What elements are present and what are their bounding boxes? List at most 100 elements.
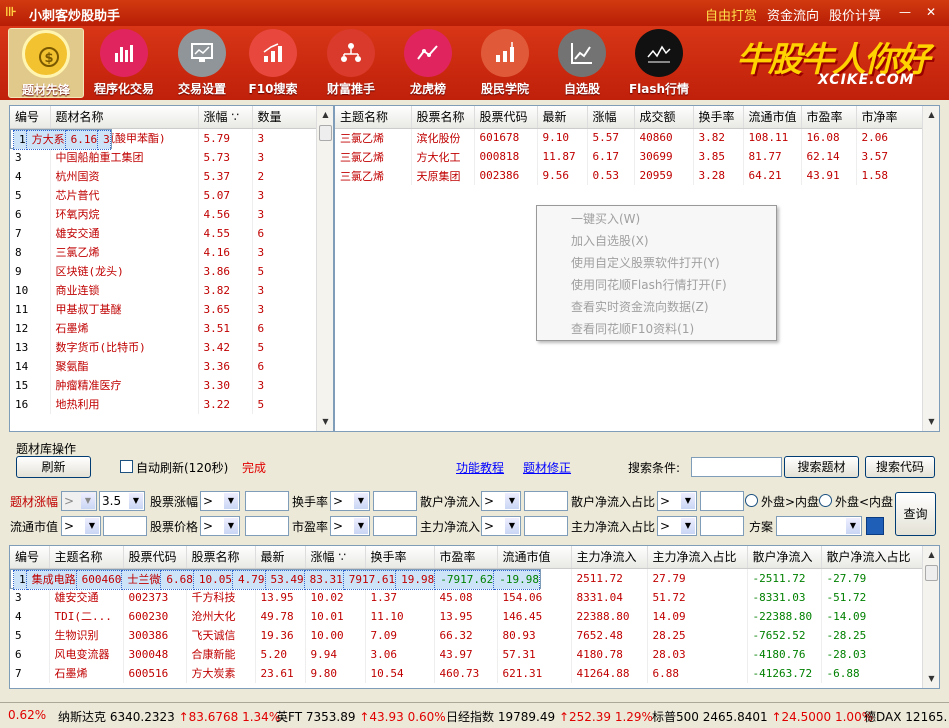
filter-retail-in-input[interactable] <box>524 491 568 511</box>
col-header[interactable]: 市盈率 <box>801 106 857 129</box>
col-header[interactable]: 股票名称 <box>411 106 475 129</box>
result-row[interactable]: 5 生物识别 300386 飞天诚信 19.36 10.00 7.09 66.32 80.93 7… <box>10 625 924 645</box>
col-header[interactable]: 主力净流入 <box>571 546 648 569</box>
filter-turnover-input[interactable] <box>373 491 417 511</box>
col-header[interactable]: 涨幅 ∵ <box>305 546 366 569</box>
menu-item-open-custom[interactable]: 使用自定义股票软件打开(Y) <box>537 252 776 274</box>
col-header[interactable]: 市净率 <box>856 106 924 129</box>
col-header[interactable]: 涨幅 <box>587 106 635 129</box>
topic-row[interactable]: 15 肿瘤精准医疗 3.30 3 <box>10 375 318 395</box>
col-header[interactable]: 股票名称 <box>186 546 256 569</box>
toolbar-investor-academy[interactable]: 股民学院 <box>467 28 543 98</box>
topic-row[interactable]: 14 聚氨酯 3.36 6 <box>10 356 318 376</box>
topic-scrollbar[interactable]: ▲ ▼ <box>316 106 333 431</box>
col-header[interactable]: 换手率 <box>693 106 744 129</box>
filter-stock-rise-input[interactable] <box>245 491 289 511</box>
toolbar-topic-pioneer[interactable]: $ 题材先锋 <box>8 28 84 98</box>
col-header[interactable]: 编号 <box>10 546 50 569</box>
col-header[interactable]: 编号 <box>10 106 51 129</box>
col-header[interactable]: 主题名称 <box>49 546 124 569</box>
col-header[interactable]: 换手率 <box>365 546 435 569</box>
auto-refresh-checkbox[interactable] <box>120 460 133 473</box>
toolbar-flash-quotes[interactable]: Flash行情 <box>621 28 697 98</box>
search-code-button[interactable]: 搜索代码 <box>865 456 935 478</box>
filter-main-ratio-op[interactable]: > ▼ <box>657 516 697 536</box>
filter-main-ratio-input[interactable] <box>700 516 744 536</box>
filter-main-in-op[interactable]: > ▼ <box>481 516 521 536</box>
minimize-icon[interactable]: — <box>896 3 914 21</box>
topic-row[interactable]: 5 芯片普代 5.07 3 <box>10 185 318 205</box>
result-row[interactable]: 1 集成电路 600460 士兰微 6.68 10.05 4.79 53.49 83.31 791… <box>10 568 541 590</box>
topic-row[interactable]: 4 杭州国资 5.37 2 <box>10 166 318 186</box>
plan-select[interactable]: ▼ <box>776 516 862 536</box>
filter-retail-ratio-input[interactable] <box>700 491 744 511</box>
filter-pe-input[interactable] <box>373 516 417 536</box>
result-row[interactable]: 6 风电变流器 300048 合康新能 5.20 9.94 3.06 43.97 57.31 41… <box>10 644 924 664</box>
search-input[interactable] <box>691 457 782 477</box>
filter-turnover-op[interactable]: > ▼ <box>330 491 370 511</box>
filter-price-op[interactable]: > ▼ <box>200 516 240 536</box>
stock-row[interactable]: 三氯乙烯 滨化股份 601678 9.10 5.57 40860 3.82 108.11 16.… <box>335 128 924 147</box>
filter-mktcap-input[interactable] <box>103 516 147 536</box>
title-link-price-calc[interactable]: 股价计算 <box>829 5 881 24</box>
title-link-donate[interactable]: 自由打赏 <box>705 5 757 24</box>
toolbar-dragon-tiger[interactable]: 龙虎榜 <box>390 28 466 98</box>
result-row[interactable]: 4 TDI(二... 600230 沧州大化 49.78 10.01 11.10 13.95 1… <box>10 606 924 626</box>
topic-row[interactable]: 1 方大系 6.16 3 <box>10 128 112 150</box>
topic-row[interactable]: 3 中国船舶重工集团 5.73 3 <box>10 147 318 167</box>
filter-mktcap-op[interactable]: > ▼ <box>61 516 101 536</box>
filter-main-in-input[interactable] <box>524 516 568 536</box>
col-header[interactable]: 成交额 <box>634 106 694 129</box>
col-header[interactable]: 最新 <box>255 546 306 569</box>
stock-row[interactable]: 三氯乙烯 方大化工 000818 11.87 6.17 30699 3.85 81.77 62.… <box>335 147 924 166</box>
filter-retail-in-op[interactable]: > ▼ <box>481 491 521 511</box>
close-icon[interactable]: ✕ <box>922 3 940 21</box>
query-button[interactable]: 查询 <box>895 492 936 536</box>
title-link-capital-flow[interactable]: 资金流向 <box>767 5 819 24</box>
topic-row[interactable]: 9 区块链(龙头) 3.86 5 <box>10 261 318 281</box>
toolbar-program-trading[interactable]: 程序化交易 <box>86 28 162 98</box>
result-row[interactable]: 3 雄安交通 002373 千方科技 13.95 10.02 1.37 45.08 154.06… <box>10 587 924 607</box>
col-header[interactable]: 市盈率 <box>434 546 498 569</box>
topic-row[interactable]: 16 地热利用 3.22 5 <box>10 394 318 414</box>
topic-fix-link[interactable]: 题材修正 <box>523 459 571 476</box>
toolbar-wealth-push[interactable]: 财富推手 <box>313 28 389 98</box>
col-header[interactable]: 股票代码 <box>474 106 538 129</box>
search-topic-button[interactable]: 搜索题材 <box>784 456 859 478</box>
radio-outer-gt-inner[interactable] <box>745 494 758 507</box>
stock-row[interactable]: 三氯乙烯 天原集团 002386 9.56 0.53 20959 3.28 64.21 43.9… <box>335 166 924 185</box>
menu-item-buy[interactable]: 一键买入(W) <box>537 208 776 230</box>
stocks-scrollbar[interactable]: ▲ ▼ <box>922 106 939 431</box>
radio-outer-lt-inner[interactable] <box>819 494 832 507</box>
col-header[interactable]: 主力净流入占比 <box>647 546 748 569</box>
result-row[interactable]: 7 石墨烯 600516 方大炭素 23.61 9.80 10.54 460.73 621.31… <box>10 663 924 683</box>
filter-pe-op[interactable]: > ▼ <box>330 516 370 536</box>
toolbar-trade-settings[interactable]: 交易设置 <box>164 28 240 98</box>
refresh-button[interactable]: 刷新 <box>16 456 91 478</box>
col-header[interactable]: 流通市值 <box>743 106 802 129</box>
toolbar-watchlist[interactable]: 自选股 <box>544 28 620 98</box>
filter-retail-ratio-op[interactable]: > ▼ <box>657 491 697 511</box>
save-icon[interactable] <box>866 517 884 535</box>
menu-item-f10[interactable]: 查看同花顺F10资料(1) <box>537 318 776 340</box>
filter-price-input[interactable] <box>245 516 289 536</box>
menu-item-open-flash[interactable]: 使用同花顺Flash行情打开(F) <box>537 274 776 296</box>
topic-row[interactable]: 13 数字货币(比特币) 3.42 5 <box>10 337 318 357</box>
col-header[interactable]: 流通市值 <box>497 546 572 569</box>
topic-row[interactable]: 8 三氯乙烯 4.16 3 <box>10 242 318 262</box>
col-header[interactable]: 主题名称 <box>335 106 412 129</box>
col-header[interactable]: 散户净流入 <box>747 546 822 569</box>
topic-row[interactable]: 11 甲基叔丁基醚 3.65 3 <box>10 299 318 319</box>
col-header[interactable]: 散户净流入占比 <box>821 546 924 569</box>
menu-item-capital-flow[interactable]: 查看实时资金流向数据(Z) <box>537 296 776 318</box>
col-header[interactable]: 股票代码 <box>123 546 187 569</box>
col-header[interactable]: 题材名称 <box>50 106 199 129</box>
col-header[interactable]: 数量 <box>252 106 318 129</box>
results-scrollbar[interactable]: ▲ ▼ <box>922 546 939 688</box>
topic-row[interactable]: 12 石墨烯 3.51 6 <box>10 318 318 338</box>
col-header[interactable]: 涨幅 ∵ <box>198 106 253 129</box>
topic-row[interactable]: 7 雄安交通 4.55 6 <box>10 223 318 243</box>
topic-row[interactable]: 10 商业连锁 3.82 3 <box>10 280 318 300</box>
toolbar-f10-search[interactable]: F10搜索 <box>235 28 311 98</box>
tutorial-link[interactable]: 功能教程 <box>456 459 504 476</box>
